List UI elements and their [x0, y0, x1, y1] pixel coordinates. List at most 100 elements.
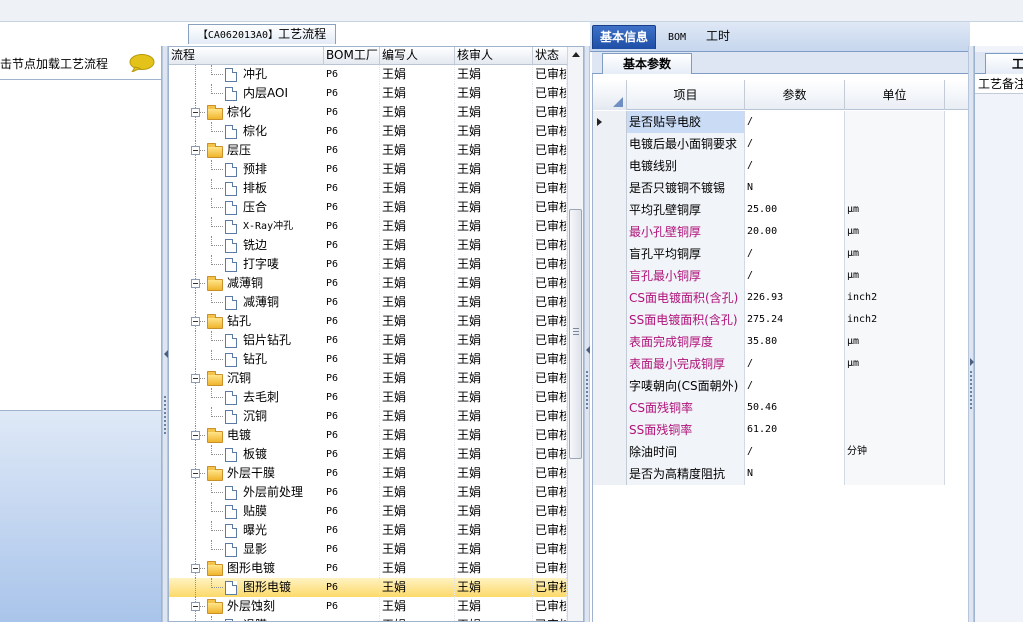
- row-header[interactable]: [593, 309, 627, 331]
- parameter-row[interactable]: 盲孔最小铜厚 / μm: [593, 265, 968, 287]
- parameter-value[interactable]: 35.80: [745, 331, 845, 353]
- parameter-row[interactable]: 电镀线别 /: [593, 155, 968, 177]
- tree-node[interactable]: 外层干膜: [169, 464, 322, 483]
- tree-node[interactable]: 棕化: [169, 103, 322, 122]
- row-header[interactable]: [593, 353, 627, 375]
- tree-node[interactable]: X-Ray冲孔: [169, 217, 322, 236]
- process-remarks-field[interactable]: 工艺备注: [975, 74, 1023, 94]
- row-header[interactable]: [593, 199, 627, 221]
- row-header[interactable]: [593, 331, 627, 353]
- tree-node[interactable]: 去毛刺: [169, 388, 322, 407]
- parameter-row[interactable]: 除油时间 / 分钟: [593, 441, 968, 463]
- table-row[interactable]: 冲孔P6王娟王娟已审核: [169, 65, 567, 84]
- parameter-row[interactable]: 最小孔壁铜厚 20.00 μm: [593, 221, 968, 243]
- table-row[interactable]: 沉铜P6王娟王娟已审核: [169, 407, 567, 426]
- vertical-scrollbar[interactable]: [567, 47, 583, 621]
- tree-node[interactable]: 图形电镀: [169, 578, 322, 597]
- parameter-value[interactable]: 275.24: [745, 309, 845, 331]
- table-row[interactable]: 减薄铜P6王娟王娟已审核: [169, 293, 567, 312]
- table-row[interactable]: 图形电镀P6王娟王娟已审核: [169, 578, 567, 597]
- parameter-row[interactable]: 是否贴导电胶 /: [593, 111, 968, 133]
- row-header[interactable]: [593, 375, 627, 397]
- tree-node[interactable]: 铝片钻孔: [169, 331, 322, 350]
- row-header[interactable]: [593, 177, 627, 199]
- collapse-node-icon[interactable]: [191, 564, 200, 573]
- parameter-row[interactable]: 是否为高精度阻抗 N: [593, 463, 968, 485]
- parameter-row[interactable]: 表面最小完成铜厚 / μm: [593, 353, 968, 375]
- row-header[interactable]: [593, 133, 627, 155]
- middle-splitter[interactable]: [584, 46, 590, 622]
- table-row[interactable]: 显影P6王娟王娟已审核: [169, 540, 567, 559]
- parameter-row[interactable]: SS面电镀面积(含孔) 275.24 inch2: [593, 309, 968, 331]
- table-row[interactable]: 外层前处理P6王娟王娟已审核: [169, 483, 567, 502]
- table-row[interactable]: 内层AOIP6王娟王娟已审核: [169, 84, 567, 103]
- tab-bom[interactable]: BOM: [660, 25, 694, 49]
- row-header[interactable]: [593, 221, 627, 243]
- table-row[interactable]: 板镀P6王娟王娟已审核: [169, 445, 567, 464]
- column-header-reviewer[interactable]: 核审人: [455, 47, 533, 65]
- parameter-row[interactable]: 平均孔壁铜厚 25.00 μm: [593, 199, 968, 221]
- table-row[interactable]: 层压P6王娟王娟已审核: [169, 141, 567, 160]
- tab-basic-parameters[interactable]: 基本参数: [602, 53, 692, 74]
- parameter-row[interactable]: CS面电镀面积(含孔) 226.93 inch2: [593, 287, 968, 309]
- tree-node[interactable]: 冲孔: [169, 65, 322, 84]
- table-row[interactable]: 钻孔P6王娟王娟已审核: [169, 312, 567, 331]
- tree-node[interactable]: 预排: [169, 160, 322, 179]
- tree-node[interactable]: 电镀: [169, 426, 322, 445]
- scrollbar-thumb[interactable]: [569, 209, 582, 459]
- column-header-bom-factory[interactable]: BOM工厂: [324, 47, 380, 65]
- collapse-node-icon[interactable]: [191, 469, 200, 478]
- tree-node[interactable]: 显影: [169, 540, 322, 559]
- process-flow-tab[interactable]: 【CA062013A0】工艺流程: [188, 24, 336, 44]
- table-row[interactable]: 棕化P6王娟王娟已审核: [169, 122, 567, 141]
- parameter-value[interactable]: 20.00: [745, 221, 845, 243]
- tree-node[interactable]: 沉铜: [169, 369, 322, 388]
- collapse-node-icon[interactable]: [191, 279, 200, 288]
- tree-node[interactable]: 图形电镀: [169, 559, 322, 578]
- table-row[interactable]: 铣边P6王娟王娟已审核: [169, 236, 567, 255]
- collapse-node-icon[interactable]: [191, 374, 200, 383]
- row-header[interactable]: [593, 111, 627, 133]
- parameter-value[interactable]: /: [745, 441, 845, 463]
- grid-corner[interactable]: [593, 80, 627, 110]
- column-header-parameter[interactable]: 参数: [745, 80, 845, 110]
- tree-node[interactable]: 减薄铜: [169, 274, 322, 293]
- tab-process[interactable]: 工: [985, 53, 1023, 74]
- table-row[interactable]: 曝光P6王娟王娟已审核: [169, 521, 567, 540]
- row-header[interactable]: [593, 155, 627, 177]
- row-header[interactable]: [593, 287, 627, 309]
- table-row[interactable]: 减薄铜P6王娟王娟已审核: [169, 274, 567, 293]
- parameter-row[interactable]: CS面残铜率 50.46: [593, 397, 968, 419]
- table-row[interactable]: 钻孔P6王娟王娟已审核: [169, 350, 567, 369]
- table-row[interactable]: X-Ray冲孔P6王娟王娟已审核: [169, 217, 567, 236]
- tree-node[interactable]: 铣边: [169, 236, 322, 255]
- table-row[interactable]: 图形电镀P6王娟王娟已审核: [169, 559, 567, 578]
- row-header[interactable]: [593, 441, 627, 463]
- table-row[interactable]: 外层蚀刻P6王娟王娟已审核: [169, 597, 567, 616]
- collapse-node-icon[interactable]: [191, 108, 200, 117]
- tree-node[interactable]: 内层AOI: [169, 84, 322, 103]
- tree-node[interactable]: 钻孔: [169, 312, 322, 331]
- tree-node[interactable]: 退膜: [169, 616, 322, 621]
- table-row[interactable]: 外层干膜P6王娟王娟已审核: [169, 464, 567, 483]
- collapse-node-icon[interactable]: [191, 146, 200, 155]
- column-header-item[interactable]: 项目: [627, 80, 745, 110]
- table-row[interactable]: 打字唛P6王娟王娟已审核: [169, 255, 567, 274]
- tree-node[interactable]: 层压: [169, 141, 322, 160]
- tree-node[interactable]: 打字唛: [169, 255, 322, 274]
- parameter-value[interactable]: /: [745, 353, 845, 375]
- parameter-row[interactable]: SS面残铜率 61.20: [593, 419, 968, 441]
- tree-node[interactable]: 板镀: [169, 445, 322, 464]
- row-header[interactable]: [593, 419, 627, 441]
- collapse-middle-icon[interactable]: [586, 346, 590, 354]
- tree-node[interactable]: 棕化: [169, 122, 322, 141]
- column-header-status[interactable]: 状态: [533, 47, 569, 65]
- table-row[interactable]: 压合P6王娟王娟已审核: [169, 198, 567, 217]
- tree-node[interactable]: 沉铜: [169, 407, 322, 426]
- parameter-value[interactable]: /: [745, 133, 845, 155]
- table-row[interactable]: 沉铜P6王娟王娟已审核: [169, 369, 567, 388]
- table-row[interactable]: 退膜P6王娟王娟已审核: [169, 616, 567, 621]
- column-header-writer[interactable]: 编写人: [380, 47, 455, 65]
- parameter-value[interactable]: 25.00: [745, 199, 845, 221]
- scroll-up-icon[interactable]: [572, 52, 580, 57]
